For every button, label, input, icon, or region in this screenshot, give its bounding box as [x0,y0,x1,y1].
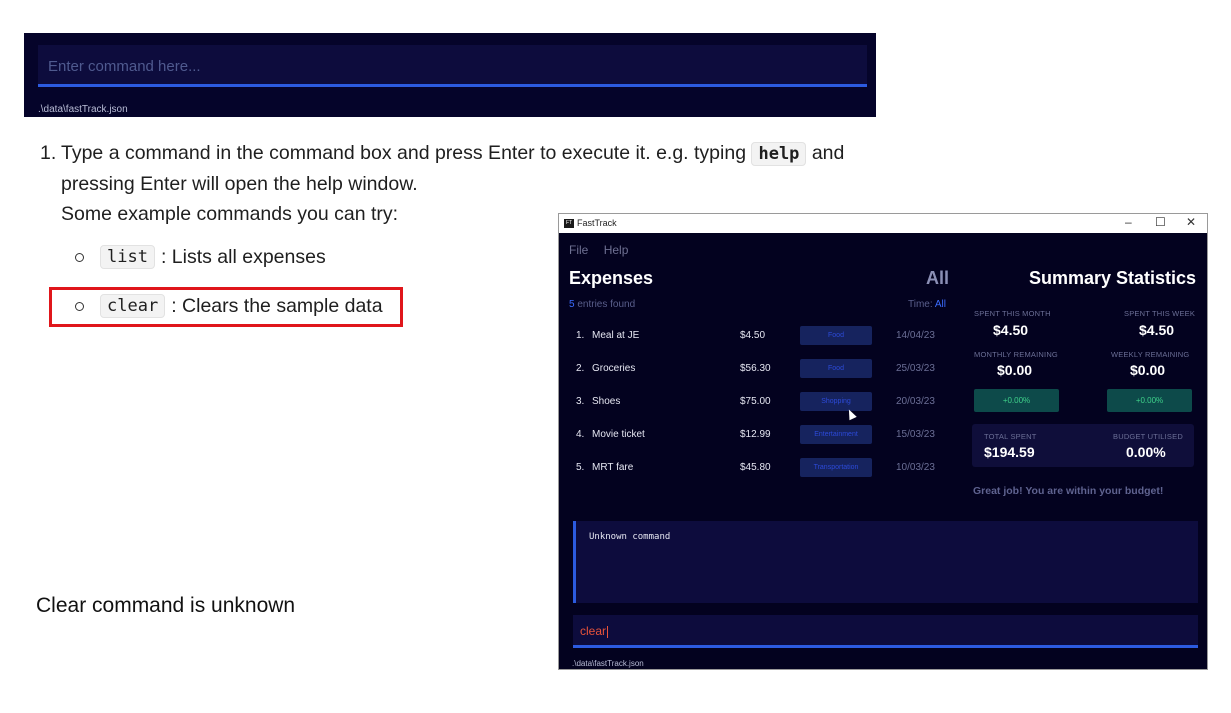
expense-name: Movie ticket [592,429,645,440]
expense-amount: $12.99 [740,429,771,440]
weekly-remaining-label: WEEKLY REMAINING [1111,350,1190,359]
expense-date: 10/03/23 [896,462,935,473]
result-text: Unknown command [589,532,671,542]
top-file-path: .\data\fastTrack.json [38,104,128,115]
command-value: clear [580,624,609,638]
spent-week-value: $4.50 [1139,322,1175,338]
weekly-change-badge: +0.00% [1107,389,1192,412]
expense-date: 25/03/23 [896,363,935,374]
command-input[interactable]: clear [573,615,1198,648]
list-description: : Lists all expenses [160,245,326,268]
command-text: clear [580,624,607,638]
spent-week-label: SPENT THIS WEEK [1124,309,1196,318]
help-code: help [751,142,807,166]
minimize-icon[interactable]: – [1125,215,1132,229]
spent-month-label: SPENT THIS MONTH [974,309,1051,318]
step-line1-after: and [806,142,845,164]
spent-month-value: $4.50 [993,322,1029,338]
close-icon[interactable]: ✕ [1186,215,1196,229]
budget-utilised-label: BUDGET UTILISED [1113,432,1183,441]
expense-row[interactable]: 1. Meal at JE $4.50 Food 14/04/23 [576,326,946,346]
result-display: Unknown command [573,521,1198,603]
example-list: list : Lists all expenses [75,245,326,269]
budget-message: Great job! You are within your budget! [973,485,1164,497]
filter-label: All [926,268,950,288]
maximize-icon[interactable]: ☐ [1155,215,1166,229]
expense-row[interactable]: 3. Shoes $75.00 Shopping 20/03/23 [576,392,946,412]
expense-category: Entertainment [800,425,872,444]
expense-index: 4. [576,429,585,440]
expense-category: Food [800,359,872,378]
expense-amount: $56.30 [740,363,771,374]
expense-name: MRT fare [592,462,634,473]
expense-row[interactable]: 5. MRT fare $45.80 Transportation 10/03/… [576,458,946,478]
time-value: All [934,299,946,310]
step-number: 1. [40,142,57,164]
time-filter: Time: All [908,299,946,310]
step-line3: Some example commands you can try: [61,203,399,225]
list-code: list [100,245,155,269]
title-bar[interactable]: FT FastTrack – ☐ ✕ [559,214,1207,233]
monthly-change-badge: +0.00% [974,389,1059,412]
expense-row[interactable]: 4. Movie ticket $12.99 Entertainment 15/… [576,425,946,445]
expenses-title: Expenses [569,268,654,288]
menu-help[interactable]: Help [604,243,629,257]
menu-file[interactable]: File [569,243,588,257]
expense-index: 2. [576,363,585,374]
text-caret [607,625,609,638]
expense-index: 3. [576,396,585,407]
expense-category: Shopping [800,392,872,411]
total-spent-value: $194.59 [984,444,1035,460]
entries-text: entries found [574,299,636,310]
monthly-remaining-label: MONTHLY REMAINING [974,350,1058,359]
budget-utilised-value: 0.00% [1126,444,1166,460]
expense-amount: $4.50 [740,330,766,341]
app-icon: FT [564,219,574,228]
summary-title: Summary Statistics [1029,268,1197,288]
expense-index: 1. [576,330,585,341]
expense-date: 14/04/23 [896,330,935,341]
top-command-input[interactable]: Enter command here... [38,45,867,87]
expense-category: Food [800,326,872,345]
expense-name: Groceries [592,363,636,374]
bullet-circle-icon [75,252,84,262]
highlight-box [49,287,403,327]
weekly-remaining-value: $0.00 [1130,362,1166,378]
expense-date: 20/03/23 [896,396,935,407]
expense-amount: $75.00 [740,396,771,407]
top-command-placeholder: Enter command here... [48,58,201,75]
app-window: FT FastTrack – ☐ ✕ File Help Expenses Al… [558,213,1208,670]
top-command-screenshot: Enter command here... .\data\fastTrack.j… [24,33,876,117]
menu-bar: File Help [569,243,640,257]
total-spent-label: TOTAL SPENT [984,432,1037,441]
expense-category: Transportation [800,458,872,477]
expense-amount: $45.80 [740,462,771,473]
expense-row[interactable]: 2. Groceries $56.30 Food 25/03/23 [576,359,946,379]
time-label: Time: [908,299,935,310]
step-line1-before: Type a command in the command box and pr… [61,142,752,164]
expense-index: 5. [576,462,585,473]
caption: Clear command is unknown [36,594,296,617]
totals-panel: TOTAL SPENT BUDGET UTILISED $194.59 0.00… [972,424,1194,467]
window-title: FastTrack [577,218,617,228]
expense-name: Meal at JE [592,330,640,341]
step-line2: pressing Enter will open the help window… [61,173,418,195]
file-path: .\data\fastTrack.json [572,659,644,668]
expense-date: 15/03/23 [896,429,935,440]
monthly-remaining-value: $0.00 [997,362,1033,378]
entries-found: 5 entries found [569,299,635,310]
expense-name: Shoes [592,396,621,407]
